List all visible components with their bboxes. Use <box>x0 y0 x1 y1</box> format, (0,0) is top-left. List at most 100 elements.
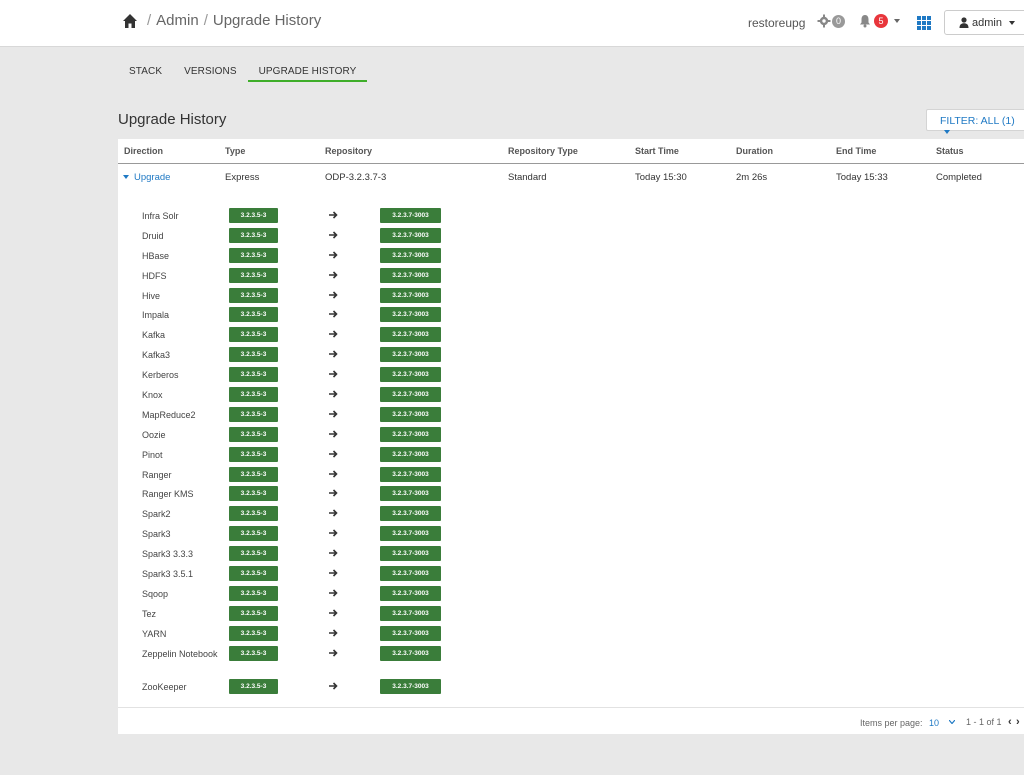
from-version-badge: 3.2.3.5-3 <box>229 486 278 502</box>
service-row: Oozie 3.2.3.5-3 3.2.3.7-3003 <box>118 426 1024 446</box>
to-version-badge: 3.2.3.7-3003 <box>380 645 441 661</box>
from-version-badge: 3.2.3.5-3 <box>229 227 278 243</box>
service-name: Spark3 <box>142 529 171 540</box>
to-version-badge: 3.2.3.7-3003 <box>380 566 441 582</box>
to-version-badge: 3.2.3.7-3003 <box>380 526 441 542</box>
user-menu-button[interactable]: admin <box>944 10 1024 35</box>
previous-page-button[interactable]: ‹ <box>1008 716 1012 728</box>
from-version-badge: 3.2.3.5-3 <box>229 287 278 303</box>
to-version-badge: 3.2.3.7-3003 <box>380 307 441 323</box>
to-version-badge: 3.2.3.7-3003 <box>380 287 441 303</box>
items-per-page-select[interactable]: 10 <box>929 718 939 728</box>
chevron-down-icon <box>944 130 950 134</box>
table-row[interactable]: Upgrade Express ODP-3.2.3.7-3 Standard T… <box>118 165 1024 189</box>
service-name: Zeppelin Notebook <box>142 648 218 659</box>
service-row: Spark3 3.2.3.5-3 3.2.3.7-3003 <box>118 525 1024 545</box>
arrow-right-icon <box>329 390 338 398</box>
from-version-badge: 3.2.3.5-3 <box>229 546 278 562</box>
arrow-right-icon <box>329 211 338 219</box>
service-name: HDFS <box>142 270 167 281</box>
service-name: Hive <box>142 290 161 301</box>
to-version-badge: 3.2.3.7-3003 <box>380 347 441 363</box>
background-operations-button[interactable]: 0 <box>817 14 845 28</box>
home-icon[interactable] <box>122 13 138 29</box>
breadcrumb-admin-link[interactable]: Admin <box>156 12 199 29</box>
tab-stack[interactable]: STACK <box>118 62 173 82</box>
service-name: Kafka3 <box>142 350 171 361</box>
from-version-badge: 3.2.3.5-3 <box>229 387 278 403</box>
from-version-badge: 3.2.3.5-3 <box>229 605 278 621</box>
gears-icon <box>817 14 831 28</box>
column-header-repository-type[interactable]: Repository Type <box>508 146 578 156</box>
from-version-badge: 3.2.3.5-3 <box>229 526 278 542</box>
alerts-button[interactable]: 5 <box>858 14 900 28</box>
arrow-right-icon <box>329 682 338 690</box>
from-version-badge: 3.2.3.5-3 <box>229 347 278 363</box>
from-version-badge: 3.2.3.5-3 <box>229 426 278 442</box>
service-name: Spark3 3.5.1 <box>142 569 194 580</box>
column-header-direction[interactable]: Direction <box>124 146 163 156</box>
column-header-duration[interactable]: Duration <box>736 146 773 156</box>
arrow-right-icon <box>329 310 338 319</box>
service-name: Impala <box>142 310 170 321</box>
breadcrumb-separator: / <box>203 12 208 29</box>
alerts-count-badge: 5 <box>874 14 888 28</box>
column-header-repository[interactable]: Repository <box>325 146 372 156</box>
next-page-button[interactable]: › <box>1016 716 1020 728</box>
breadcrumb: / Admin / Upgrade History <box>122 12 321 29</box>
service-name: Druid <box>142 230 164 241</box>
service-row: Kafka 3.2.3.5-3 3.2.3.7-3003 <box>118 326 1024 346</box>
tab-upgrade-history[interactable]: UPGRADE HISTORY <box>247 62 368 82</box>
column-header-status[interactable]: Status <box>936 146 964 156</box>
arrow-right-icon <box>329 529 338 537</box>
breadcrumb-current: Upgrade History <box>212 12 322 29</box>
tab-versions[interactable]: VERSIONS <box>173 62 247 82</box>
service-row: Spark2 3.2.3.5-3 3.2.3.7-3003 <box>118 505 1024 525</box>
service-row: ZooKeeper 3.2.3.5-3 3.2.3.7-3003 <box>118 678 1024 698</box>
page-title: Upgrade History <box>118 111 227 128</box>
service-row: Knox 3.2.3.5-3 3.2.3.7-3003 <box>118 386 1024 406</box>
chevron-down-icon[interactable] <box>949 720 955 724</box>
to-version-badge: 3.2.3.7-3003 <box>380 367 441 383</box>
service-name: Ranger KMS <box>142 489 194 500</box>
to-version-badge: 3.2.3.7-3003 <box>380 426 441 442</box>
service-name: Kerberos <box>142 370 179 381</box>
column-header-start-time[interactable]: Start Time <box>635 146 679 156</box>
cell-status: Completed <box>936 172 982 183</box>
direction-link[interactable]: Upgrade <box>134 172 170 183</box>
service-row: MapReduce2 3.2.3.5-3 3.2.3.7-3003 <box>118 406 1024 426</box>
to-version-badge: 3.2.3.7-3003 <box>380 208 441 223</box>
to-version-badge: 3.2.3.7-3003 <box>380 506 441 522</box>
filter-dropdown[interactable]: FILTER: ALL (1) <box>926 109 1024 134</box>
direction-toggle[interactable]: Upgrade <box>123 172 170 183</box>
items-per-page-label: Items per page: <box>860 718 923 728</box>
from-version-badge: 3.2.3.5-3 <box>229 267 278 283</box>
from-version-badge: 3.2.3.5-3 <box>229 566 278 582</box>
cluster-name[interactable]: restoreupg <box>748 16 805 30</box>
table-header: Direction Type Repository Repository Typ… <box>118 139 1024 164</box>
column-header-end-time[interactable]: End Time <box>836 146 876 156</box>
bell-icon <box>860 15 870 28</box>
to-version-badge: 3.2.3.7-3003 <box>380 486 441 502</box>
cell-start-time: Today 15:30 <box>635 172 687 183</box>
arrow-right-icon <box>329 350 338 358</box>
service-row: Hive 3.2.3.5-3 3.2.3.7-3003 <box>118 287 1024 307</box>
from-version-badge: 3.2.3.5-3 <box>229 247 278 263</box>
service-row: Sqoop 3.2.3.5-3 3.2.3.7-3003 <box>118 585 1024 605</box>
column-header-type[interactable]: Type <box>225 146 245 156</box>
apps-grid-icon[interactable] <box>917 16 931 30</box>
arrow-right-icon <box>329 251 338 259</box>
top-bar: / Admin / Upgrade History restoreupg 0 5 <box>0 0 1024 47</box>
from-version-badge: 3.2.3.5-3 <box>229 406 278 422</box>
from-version-badge: 3.2.3.5-3 <box>229 625 278 641</box>
to-version-badge: 3.2.3.7-3003 <box>380 227 441 243</box>
user-name: admin <box>972 16 1002 29</box>
from-version-badge: 3.2.3.5-3 <box>229 585 278 601</box>
arrow-right-icon <box>329 489 338 498</box>
from-version-badge: 3.2.3.5-3 <box>229 208 278 223</box>
chevron-down-icon <box>894 19 900 23</box>
service-row: Kafka3 3.2.3.5-3 3.2.3.7-3003 <box>118 346 1024 366</box>
to-version-badge: 3.2.3.7-3003 <box>380 466 441 482</box>
arrow-right-icon <box>329 589 338 597</box>
cell-type: Express <box>225 172 260 183</box>
